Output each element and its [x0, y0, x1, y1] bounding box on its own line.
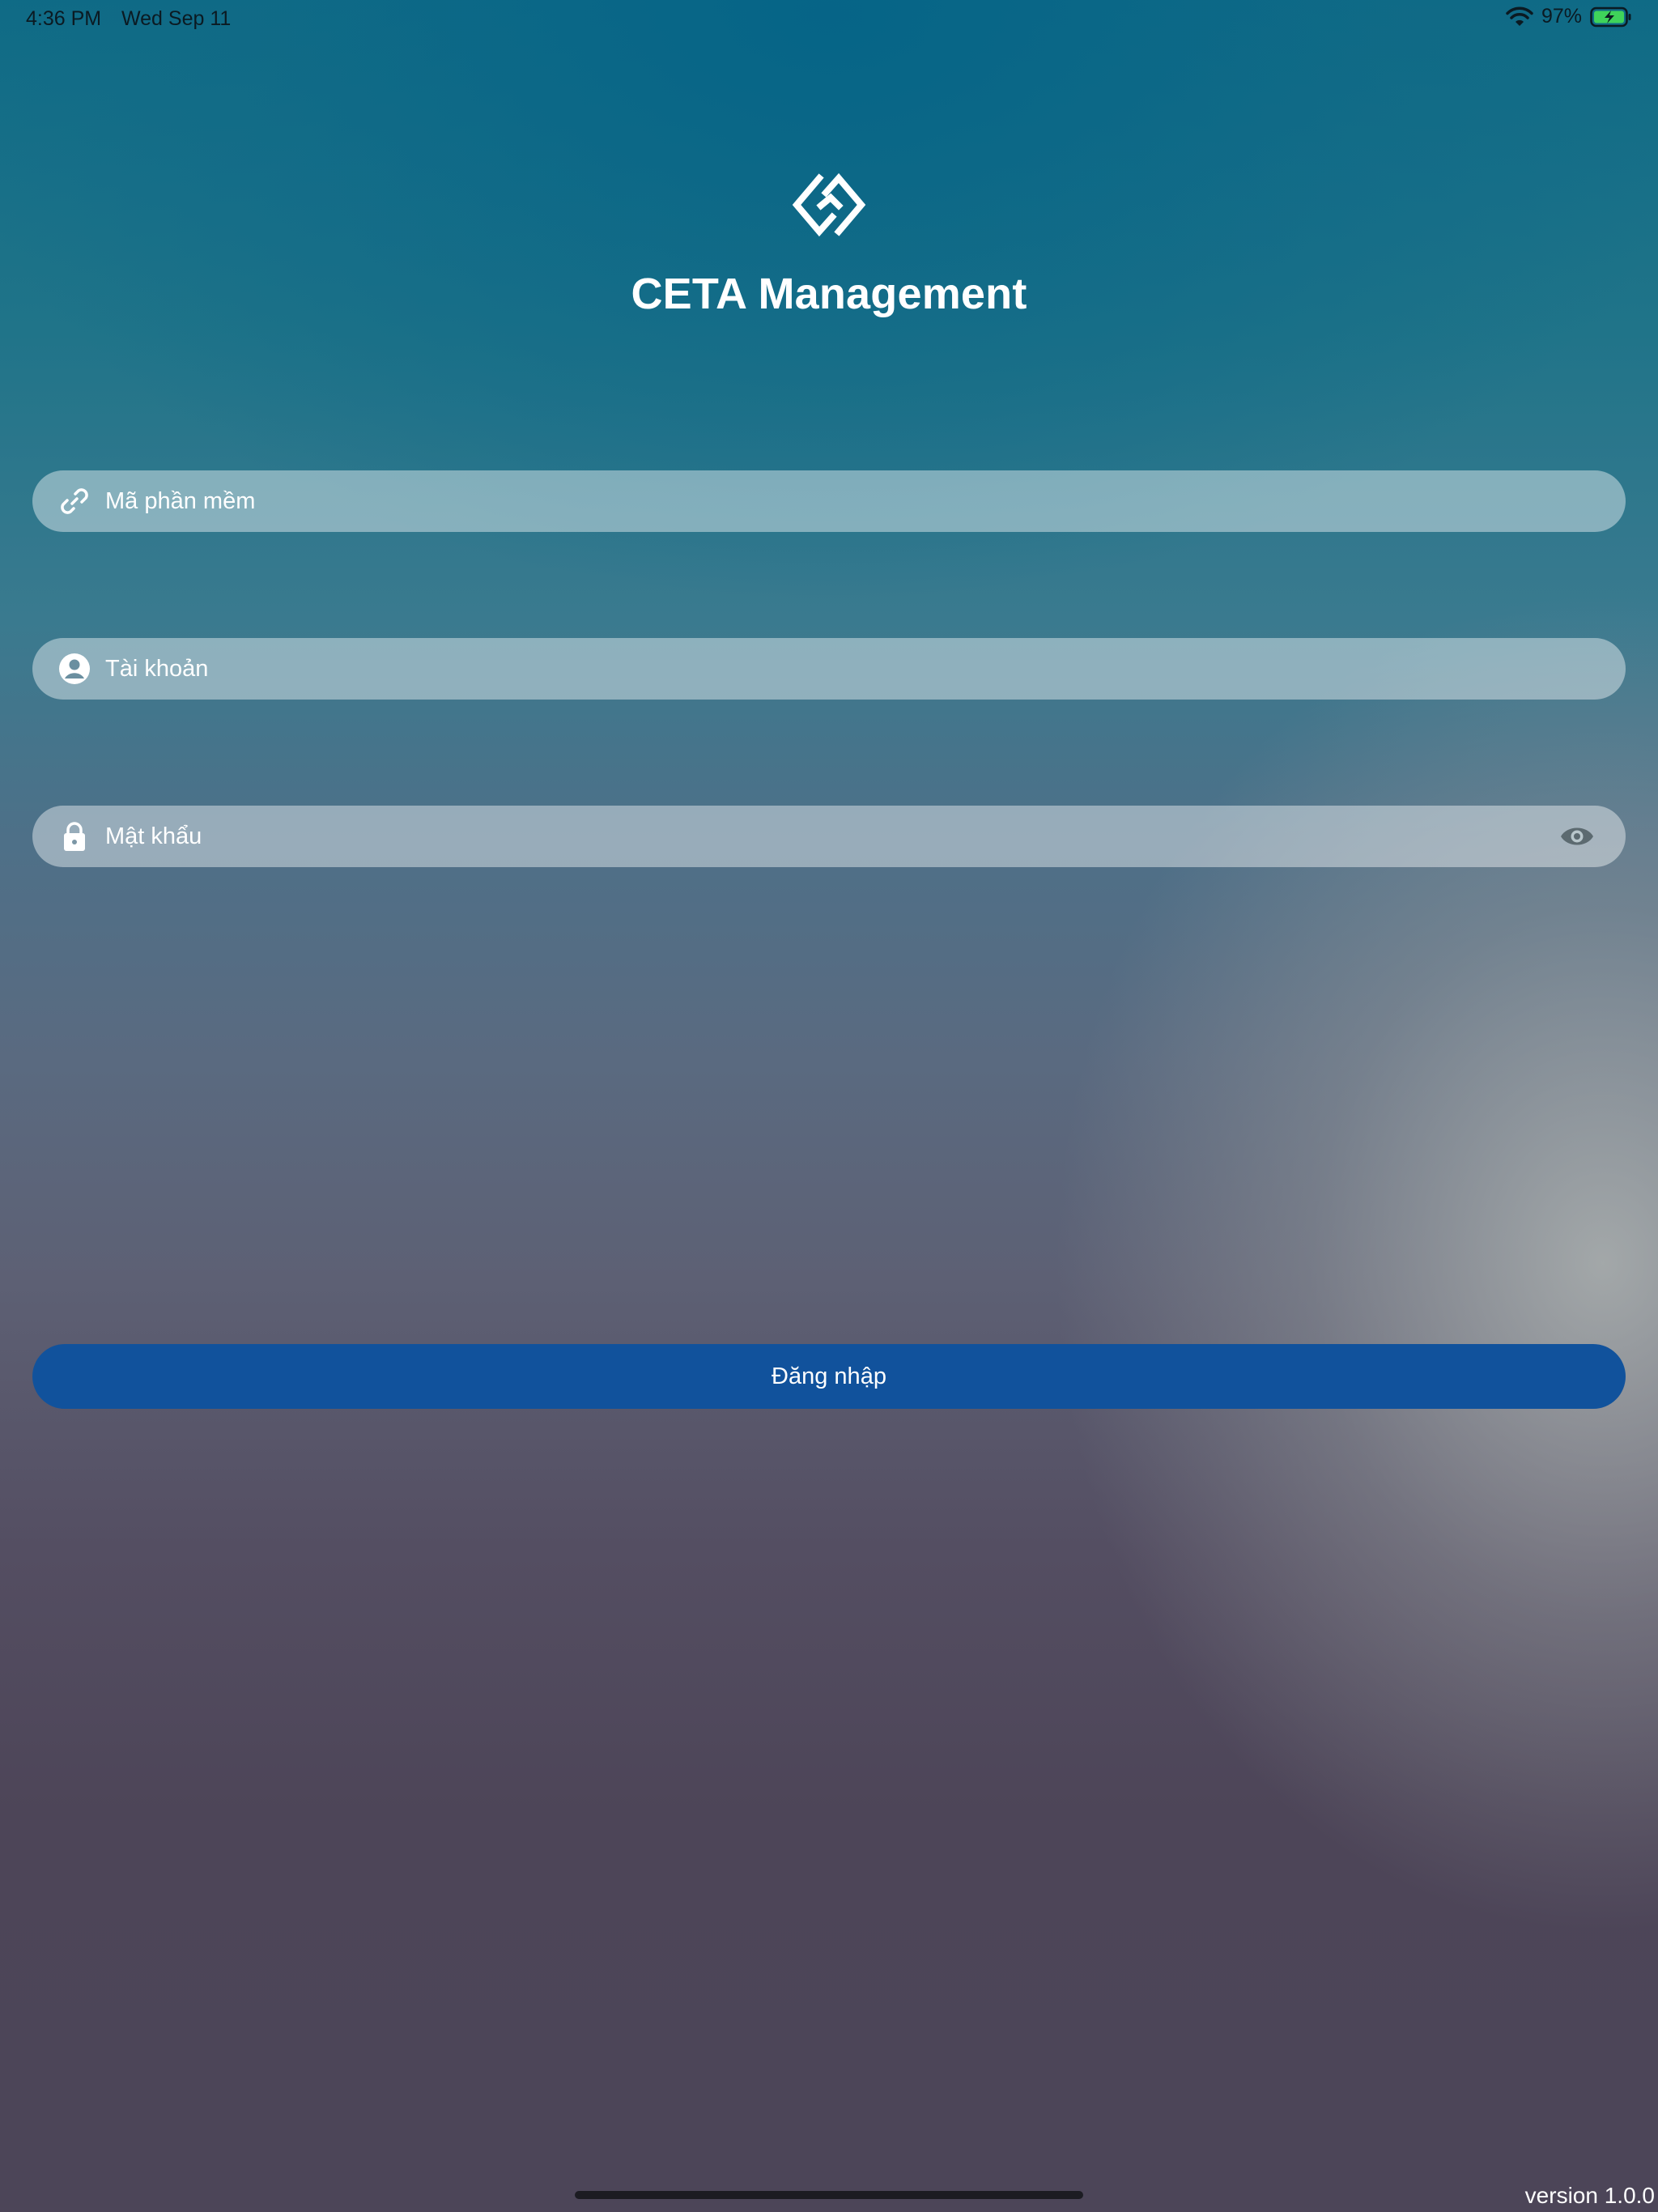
status-date: Wed Sep 11 [121, 7, 232, 30]
battery-charging-icon [1590, 6, 1631, 27]
account-field[interactable] [32, 638, 1626, 700]
user-circle-icon [59, 653, 90, 684]
password-input[interactable] [105, 806, 1530, 867]
wifi-icon [1506, 6, 1533, 26]
link-icon [61, 488, 88, 514]
software-code-input[interactable] [105, 470, 1530, 532]
home-indicator[interactable] [575, 2191, 1083, 2199]
eye-icon[interactable] [1559, 823, 1595, 849]
software-code-field[interactable] [32, 470, 1626, 532]
version-label: version 1.0.0 [1524, 2183, 1655, 2208]
battery-percent: 97% [1541, 5, 1582, 28]
status-bar: 4:36 PM Wed Sep 11 97% [0, 0, 1658, 37]
app-title: CETA Management [631, 270, 1027, 318]
login-button[interactable]: Đăng nhập [32, 1344, 1626, 1409]
status-time: 4:36 PM [26, 7, 102, 30]
lock-icon [64, 822, 85, 851]
ceta-logo-icon [792, 172, 866, 237]
account-input[interactable] [105, 638, 1530, 700]
password-field[interactable] [32, 806, 1626, 867]
status-indicators: 97% [1506, 5, 1632, 28]
